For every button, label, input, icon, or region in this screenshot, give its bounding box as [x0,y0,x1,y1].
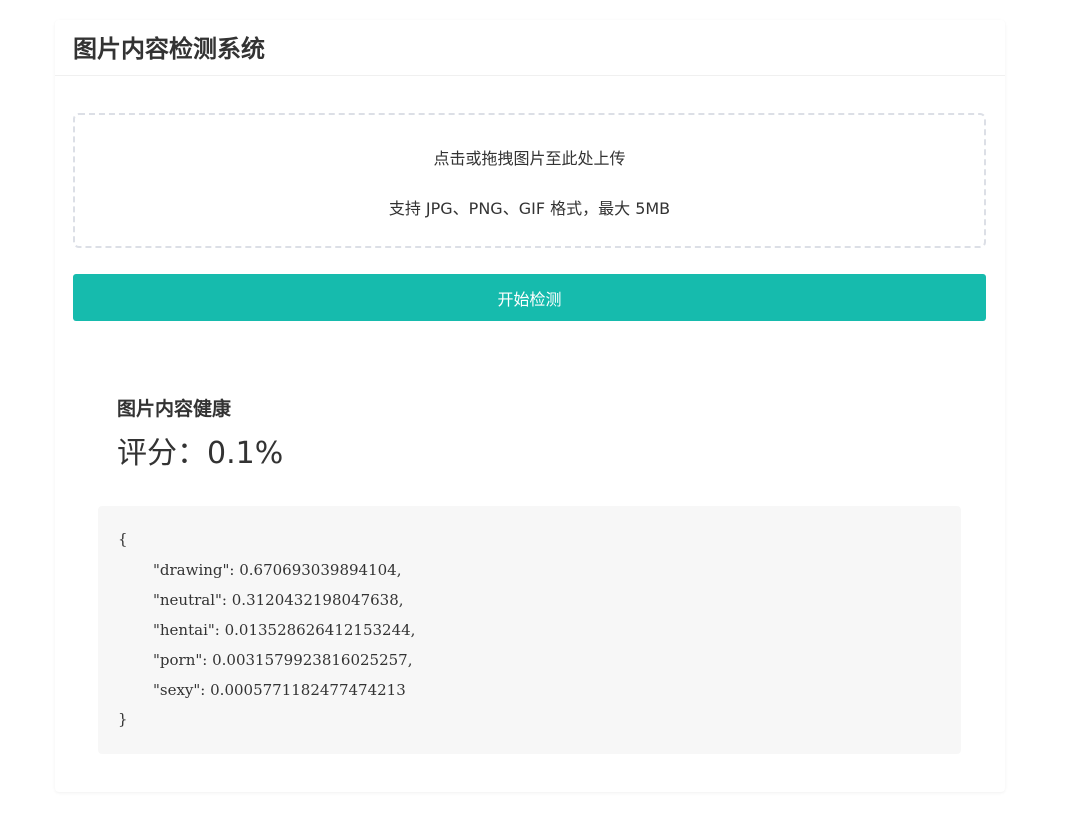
detection-card: 图片内容检测系统 点击或拖拽图片至此处上传 支持 JPG、PNG、GIF 格式，… [55,20,1005,792]
result-status: 图片内容健康 [117,398,232,420]
json-line-sexy: "sexy": 0.0005771182477474213 [153,681,406,699]
result-score: 评分：0.1% [117,436,284,471]
start-detection-button[interactable]: 开始检测 [73,274,986,321]
upload-hint: 点击或拖拽图片至此处上传 [433,149,626,168]
json-line-neutral: "neutral": 0.3120432198047638, [153,591,404,609]
upload-dropzone[interactable]: 点击或拖拽图片至此处上传 支持 JPG、PNG、GIF 格式，最大 5MB [73,113,986,248]
card-header: 图片内容检测系统 [55,20,1005,76]
json-close-brace: } [118,710,128,728]
page-title: 图片内容检测系统 [73,34,265,63]
json-line-drawing: "drawing": 0.670693039894104, [153,561,402,579]
json-line-hentai: "hentai": 0.013528626412153244, [153,621,416,639]
upload-formats: 支持 JPG、PNG、GIF 格式，最大 5MB [388,199,671,218]
json-result-block: { "drawing": 0.670693039894104, "neutral… [98,506,961,754]
json-open-brace: { [118,530,128,548]
json-line-porn: "porn": 0.0031579923816025257, [153,651,413,669]
